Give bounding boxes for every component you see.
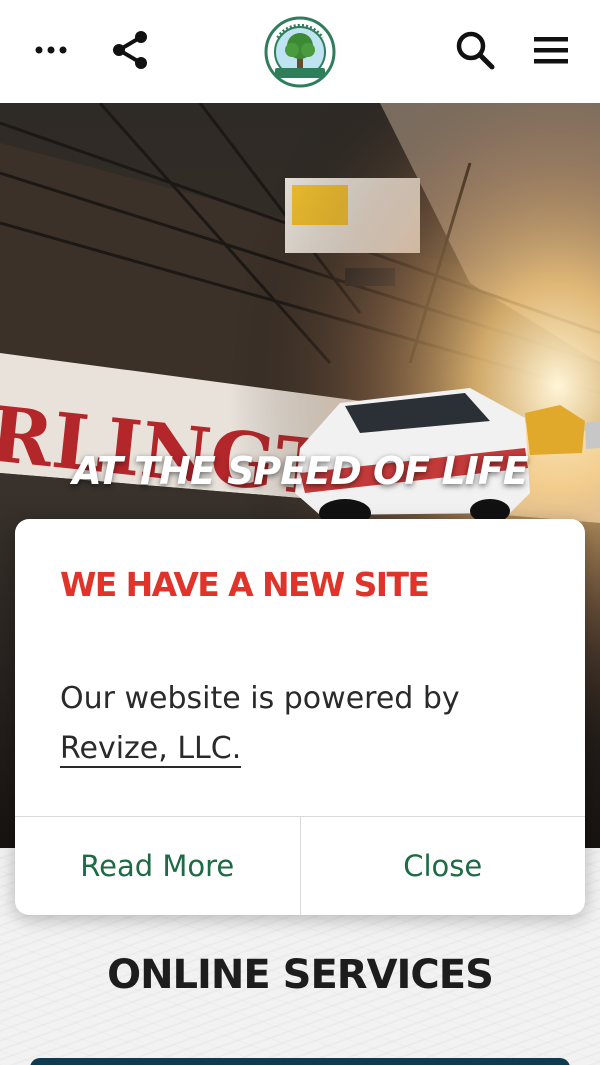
close-button[interactable]: Close [299,817,586,915]
hero-tagline: AT THE SPEED OF LIFE [72,449,529,493]
search-icon [456,31,495,70]
search-button[interactable] [450,26,500,74]
modal-actions: Read More Close [15,816,585,915]
hamburger-menu-icon [534,37,568,64]
read-more-button[interactable]: Read More [15,817,300,915]
revize-link[interactable]: Revize, LLC. [60,731,242,768]
new-site-modal: WE HAVE A NEW SITE Our website is powere… [15,519,585,915]
site-header [0,0,600,103]
more-horizontal-icon [35,46,67,54]
modal-body-text: Our website is powered by [60,681,460,716]
service-card-top[interactable] [30,1058,570,1065]
seal-graphic [264,16,336,88]
share-icon [113,31,147,69]
more-options-button[interactable] [26,30,76,70]
menu-button[interactable] [526,26,576,74]
online-services-heading: ONLINE SERVICES [107,952,494,998]
county-seal-logo[interactable] [264,16,336,88]
modal-body: Our website is powered by Revize, LLC. [60,674,550,774]
modal-title: WE HAVE A NEW SITE [60,565,430,604]
share-button[interactable] [104,26,156,74]
